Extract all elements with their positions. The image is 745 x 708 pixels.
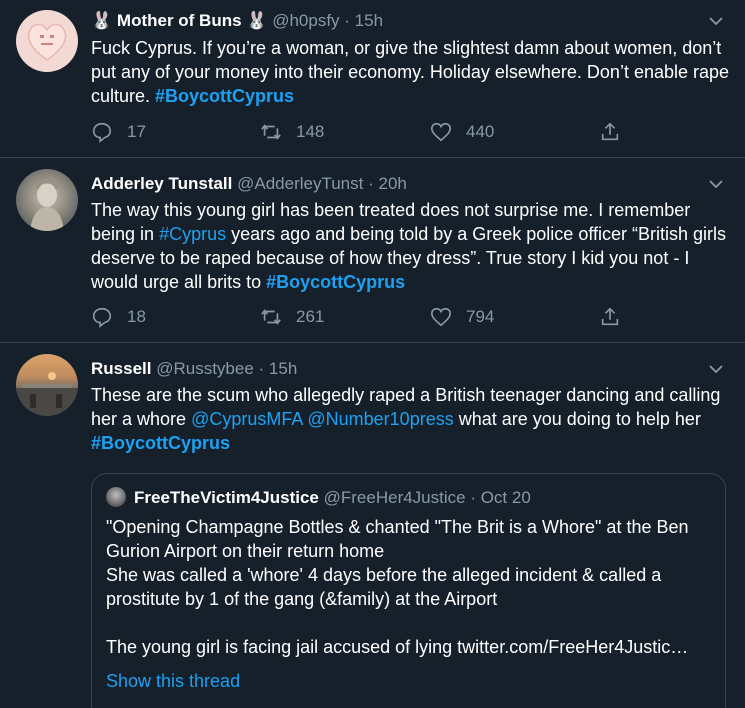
mention-link[interactable]: @CyprusMFA [191,409,302,429]
handle[interactable]: @Russtybee [156,359,254,378]
like-count: 440 [466,122,495,141]
share-button[interactable] [599,304,635,330]
tweet[interactable]: Adderley Tunstall @AdderleyTunst · 20h T… [0,158,745,343]
tweet[interactable]: 🐰 Mother of Buns 🐰 @h0psfy · 15h Fuck Cy… [0,0,745,158]
like-count: 794 [466,307,495,326]
retweet-button[interactable]: 261 [260,304,324,330]
retweet-count: 148 [296,122,325,141]
retweet-icon [261,124,281,140]
mention-link[interactable]: @Number10press [307,409,453,429]
avatar[interactable] [16,169,78,231]
retweet-count: 261 [296,307,325,326]
avatar[interactable] [16,10,78,72]
quoted-tweet[interactable]: FreeTheVictim4Justice @FreeHer4Justice ·… [91,473,726,708]
handle[interactable]: @AdderleyTunst [237,174,363,193]
display-name[interactable]: Adderley Tunstall [91,174,232,193]
heart-icon [431,122,451,142]
tweet-header: Adderley Tunstall @AdderleyTunst · 20h [91,172,725,196]
timestamp[interactable]: · 20h [368,174,407,193]
tweet-actions: 18 261 794 [91,304,631,330]
share-button[interactable] [599,119,635,145]
share-icon [601,122,619,141]
handle: @FreeHer4Justice [323,488,466,507]
tweet-actions: 17 148 440 [91,119,631,145]
chevron-down-icon[interactable] [707,175,725,193]
hashtag-link[interactable]: #BoycottCyprus [155,86,294,106]
tweet-text: The way this young girl has been treated… [91,198,731,294]
hashtag-link[interactable]: #BoycottCyprus [266,272,405,292]
like-button[interactable]: 440 [430,119,494,145]
like-button[interactable]: 794 [430,304,494,330]
reply-button[interactable]: 17 [91,119,146,145]
share-icon [601,307,619,326]
chevron-down-icon[interactable] [707,12,725,30]
reply-count: 17 [127,122,146,141]
quoted-tweet-text: "Opening Champagne Bottles & chanted "Th… [106,517,689,657]
avatar[interactable] [16,354,78,416]
rabbit-icon: 🐰 [91,11,113,30]
chevron-down-icon[interactable] [707,360,725,378]
retweet-icon [261,309,281,325]
reply-icon [92,122,112,143]
avatar [106,487,126,507]
timestamp[interactable]: · 15h [344,11,383,30]
tweet-text: Fuck Cyprus. If you’re a woman, or give … [91,36,731,108]
display-name: FreeTheVictim4Justice [134,488,319,507]
hashtag-link[interactable]: #BoycottCyprus [91,433,230,453]
tweet-header: Russell @Russtybee · 15h [91,357,725,381]
display-name[interactable]: Mother of Buns [117,11,242,30]
reply-icon [92,307,112,328]
hashtag-link[interactable]: #Cyprus [159,224,226,244]
reply-button[interactable]: 18 [91,304,146,330]
timestamp[interactable]: · 15h [259,359,298,378]
show-thread-link[interactable]: Show this thread [106,669,240,693]
tweet-text: These are the scum who allegedly raped a… [91,383,731,455]
quoted-tweet-header: FreeTheVictim4Justice @FreeHer4Justice ·… [106,486,531,510]
handle[interactable]: @h0psfy [272,11,339,30]
rabbit-icon: 🐰 [246,11,268,30]
display-name[interactable]: Russell [91,359,151,378]
reply-count: 18 [127,307,146,326]
retweet-button[interactable]: 148 [260,119,324,145]
tweet-body: what are you doing to help her [453,409,701,429]
heart-icon [431,307,451,327]
tweet-header: 🐰 Mother of Buns 🐰 @h0psfy · 15h [91,9,725,33]
timestamp: · Oct 20 [470,488,531,507]
